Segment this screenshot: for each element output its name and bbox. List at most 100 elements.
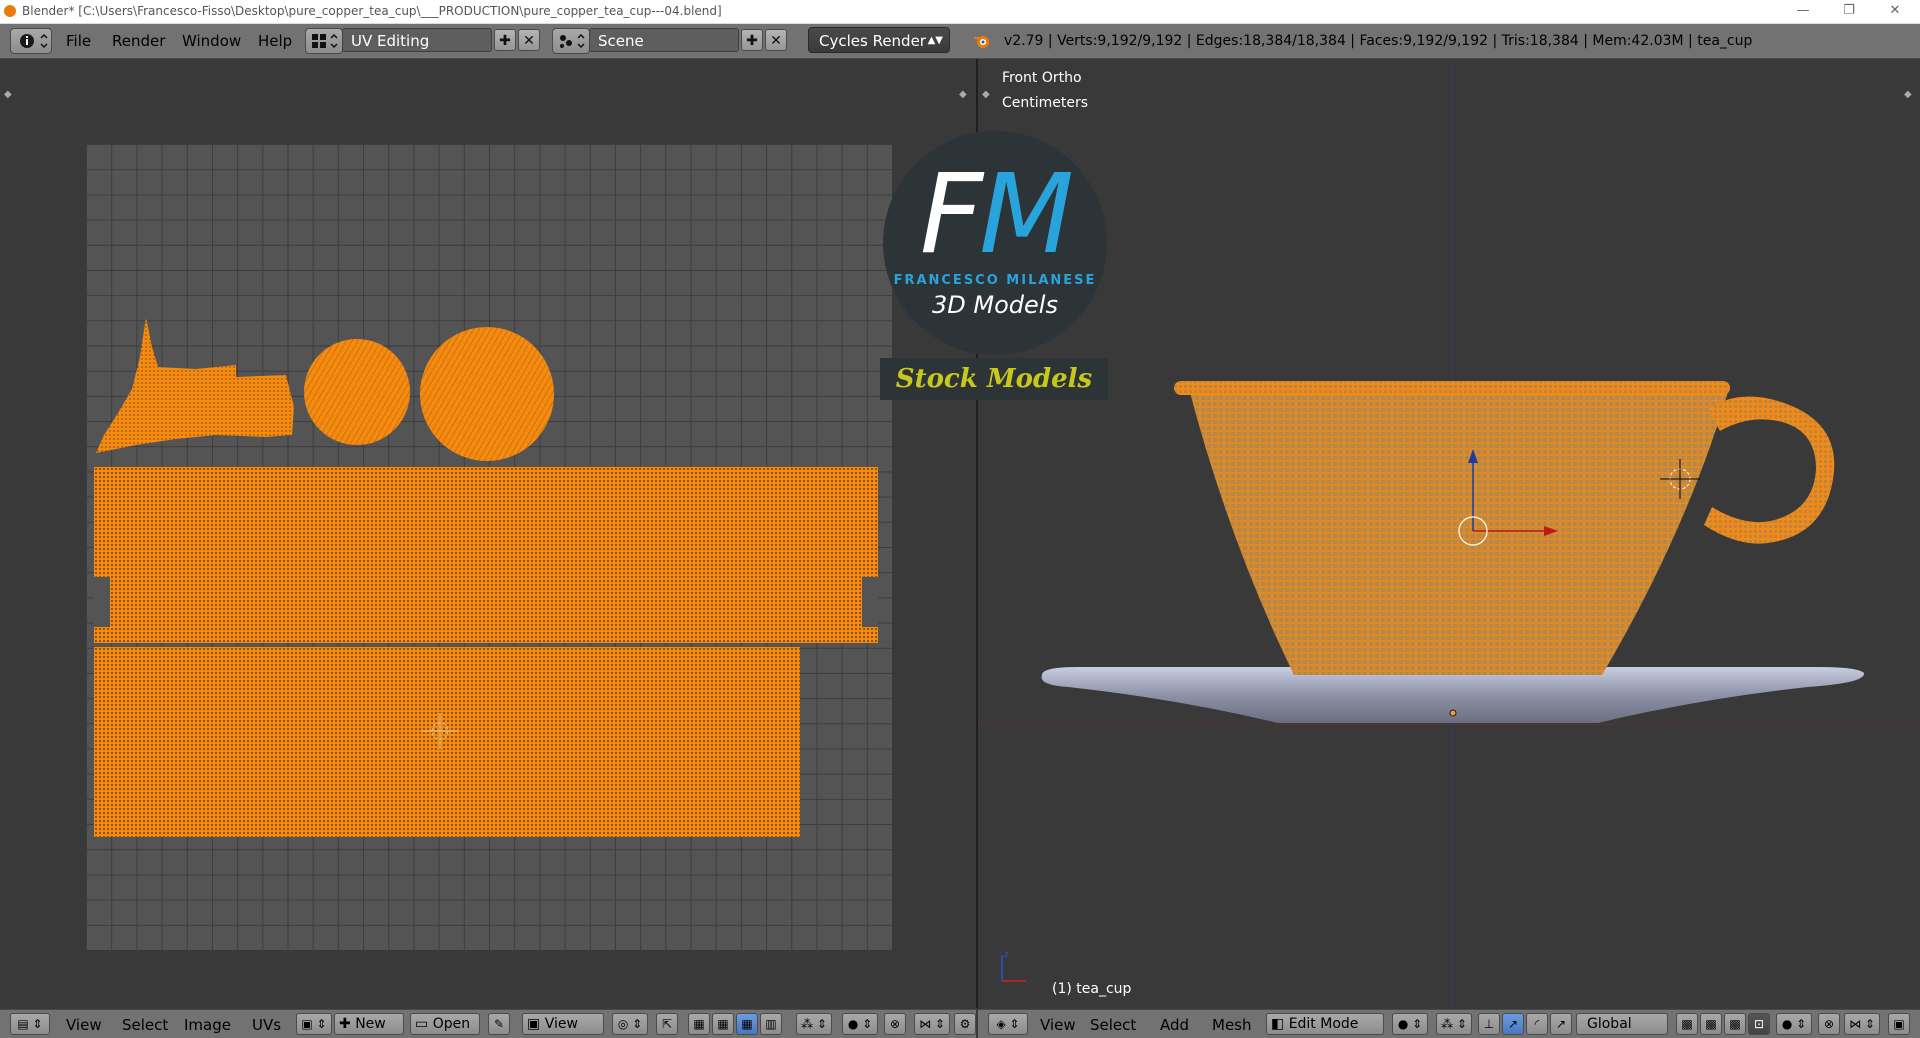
uv-island-handle[interactable]	[96, 317, 296, 457]
plus-icon: ✚	[339, 1016, 356, 1032]
scene-name-field[interactable]: Scene	[589, 28, 739, 52]
menu-file[interactable]: File	[66, 32, 91, 50]
snap-button[interactable]: ⊗	[1818, 1013, 1840, 1035]
view-mode-dropdown[interactable]: ▣ View	[522, 1013, 604, 1035]
translate-manipulator[interactable]: ↗	[1502, 1013, 1524, 1035]
layer-button-3[interactable]: ▩	[1724, 1013, 1746, 1035]
add-layout-button[interactable]: ✚	[494, 29, 516, 51]
sync-selection-button[interactable]: ⇱	[656, 1013, 678, 1035]
pivot-dropdown[interactable]: ◎ ⇕	[612, 1013, 648, 1035]
scene-browse-button[interactable]	[552, 28, 590, 54]
extra-button[interactable]: ⚙	[954, 1013, 976, 1035]
layout-name-field[interactable]: UV Editing	[342, 28, 492, 52]
snap-element-dropdown[interactable]: ⋈ ⇕	[1844, 1013, 1880, 1035]
2d-cursor-icon	[422, 713, 458, 749]
uv-menu-view[interactable]: View	[66, 1016, 102, 1034]
edit-mode-icon: ◧	[1271, 1016, 1289, 1032]
menu-help[interactable]: Help	[258, 32, 292, 50]
orientation-label: Global	[1587, 1016, 1632, 1032]
window-title-bar: Blender* [C:\Users\Francesco-Fisso\Deskt…	[0, 0, 1920, 24]
uv-editor-header: ▤ ⇕ View Select Image UVs ▣ ⇕ ✚ New ▭ Op…	[0, 1009, 976, 1038]
select-vertex-button[interactable]: ▦	[688, 1013, 710, 1035]
scale-manipulator[interactable]: ↗	[1550, 1013, 1572, 1035]
image-browse-button[interactable]: ▣ ⇕	[296, 1013, 332, 1035]
uv-image-editor[interactable]: ◆ ◆	[0, 59, 976, 1008]
uv-menu-uvs[interactable]: UVs	[252, 1016, 281, 1034]
3d-menu-view[interactable]: View	[1040, 1016, 1076, 1034]
3d-view-header: ◈ ⇕ View Select Add Mesh ◧ Edit Mode ● ⇕…	[978, 1009, 1920, 1038]
open-image-button[interactable]: ▭ Open	[410, 1013, 480, 1035]
manipulator-icon: ⊥	[1483, 1017, 1495, 1031]
region-toggle-icon[interactable]: ◆	[4, 89, 12, 100]
uv-menu-select[interactable]: Select	[122, 1016, 168, 1034]
proportional-edit-dropdown[interactable]: ● ⇕	[1776, 1013, 1812, 1035]
snap-icon: ⋈ ⇕	[919, 1017, 945, 1031]
camera-icon: ▣	[1893, 1017, 1905, 1031]
menu-render[interactable]: Render	[112, 32, 165, 50]
close-button[interactable]: ✕	[1880, 2, 1910, 20]
region-toggle-icon[interactable]: ◆	[959, 89, 967, 100]
3d-menu-mesh[interactable]: Mesh	[1212, 1016, 1252, 1034]
select-island-button[interactable]: ▥	[760, 1013, 782, 1035]
editor-type-button[interactable]: ▤ ⇕	[10, 1013, 50, 1035]
plus-icon: ✚	[746, 33, 758, 49]
layout-browse-button[interactable]	[305, 28, 343, 54]
stock-models-badge: Stock Models	[880, 358, 1108, 400]
logo-author: FRANCESCO MILANESE	[893, 273, 1097, 288]
sphere-icon: ● ⇕	[1397, 1017, 1423, 1031]
uv-menu-image[interactable]: Image	[184, 1016, 231, 1034]
select-face-button[interactable]: ▦	[736, 1013, 758, 1035]
transform-orientation-dropdown[interactable]: Global	[1576, 1013, 1668, 1035]
blender-logo-icon	[4, 5, 16, 17]
3d-menu-add[interactable]: Add	[1160, 1016, 1189, 1034]
delete-scene-button[interactable]: ✕	[765, 29, 787, 51]
restore-button[interactable]: ❐	[1834, 2, 1864, 20]
viewport-shading-dropdown[interactable]: ● ⇕	[1392, 1013, 1428, 1035]
mode-label: Edit Mode	[1288, 1016, 1359, 1032]
x-icon: ✕	[770, 33, 782, 49]
image-icon: ▣ ⇕	[301, 1017, 327, 1031]
rotate-manipulator[interactable]: ◜	[1526, 1013, 1548, 1035]
occlude-geometry-button[interactable]: ⊡	[1748, 1013, 1770, 1035]
editor-type-button[interactable]	[10, 28, 52, 54]
proportional-edit-dropdown[interactable]: ● ⇕	[842, 1013, 878, 1035]
logo-f: F	[919, 150, 983, 278]
editor-type-button[interactable]: ◈ ⇕	[988, 1013, 1028, 1035]
3d-viewport[interactable]: ◆ ◆ Front Ortho Centimeters z (1) tea_cu…	[978, 59, 1920, 1008]
snap-button[interactable]: ⊗	[884, 1013, 906, 1035]
new-image-button[interactable]: ✚ New	[334, 1013, 404, 1035]
vertex-icon: ▦	[693, 1017, 705, 1031]
pin-button[interactable]: ✎	[488, 1013, 510, 1035]
add-scene-button[interactable]: ✚	[741, 29, 763, 51]
sticky-selection-dropdown[interactable]: ⁂ ⇕	[796, 1013, 832, 1035]
pivot-icon: ◎ ⇕	[617, 1017, 643, 1031]
manipulator-toggle[interactable]: ⊥	[1478, 1013, 1500, 1035]
layer-button-2[interactable]: ▩	[1700, 1013, 1722, 1035]
3d-menu-select[interactable]: Select	[1090, 1016, 1136, 1034]
pivot-point-dropdown[interactable]: ⁂ ⇕	[1436, 1013, 1472, 1035]
select-edge-button[interactable]: ▦	[712, 1013, 734, 1035]
snap-icon: ⋈ ⇕	[1849, 1017, 1875, 1031]
view-mode-label: View	[544, 1016, 578, 1032]
logo-subtitle: 3D Models	[932, 291, 1058, 319]
tea-cup-mesh[interactable]	[978, 59, 1920, 959]
delete-layout-button[interactable]: ✕	[518, 29, 540, 51]
face-icon: ▦	[741, 1017, 753, 1031]
uv-notch	[862, 577, 878, 627]
blender-logo-icon	[974, 36, 989, 48]
render-preview-button[interactable]: ▣	[1888, 1013, 1910, 1035]
menu-window[interactable]: Window	[182, 32, 241, 50]
uv-island-cup-body[interactable]	[94, 467, 878, 643]
uv-island-circle-small[interactable]	[302, 337, 412, 447]
minimize-button[interactable]: —	[1788, 2, 1818, 20]
axis-gizmo-icon: z	[1001, 950, 1026, 982]
3d-view-icon: ◈ ⇕	[996, 1017, 1020, 1031]
uv-island-circle-large[interactable]	[418, 325, 558, 465]
render-engine-dropdown[interactable]: Cycles Render ▲▼	[808, 27, 950, 53]
mode-dropdown[interactable]: ◧ Edit Mode	[1266, 1013, 1384, 1035]
pivot-icon: ⁂ ⇕	[1441, 1017, 1467, 1031]
rotate-icon: ◜	[1534, 1017, 1540, 1031]
snap-element-dropdown[interactable]: ⋈ ⇕	[914, 1013, 950, 1035]
layer-button-1[interactable]: ▩	[1676, 1013, 1698, 1035]
svg-text:z: z	[1004, 950, 1009, 960]
